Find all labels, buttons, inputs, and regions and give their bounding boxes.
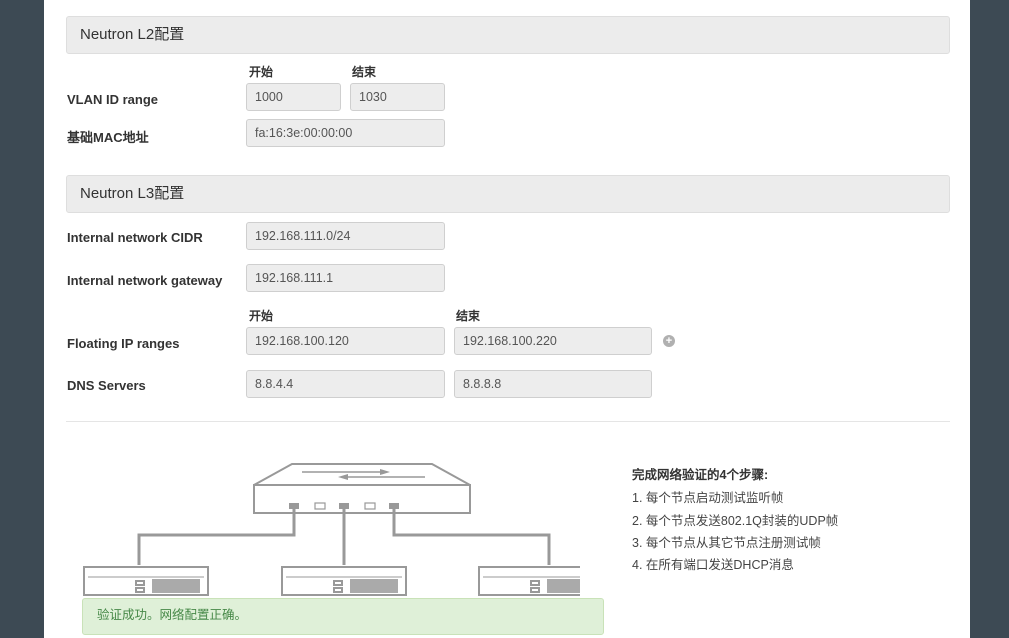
- network-diagram: [83, 463, 580, 596]
- vlan-end-column-label: 结束: [352, 65, 377, 79]
- network-switch-icon: [253, 463, 471, 514]
- floating-ip-start-input[interactable]: [246, 327, 445, 355]
- server-node-icon: [83, 566, 209, 596]
- dns-server-1-input[interactable]: [246, 370, 445, 398]
- vlan-start-input[interactable]: [246, 83, 341, 111]
- verification-step: 2. 每个节点发送802.1Q封装的UDP帧: [632, 514, 839, 528]
- plus-circle-icon: +: [665, 335, 673, 347]
- l2-section-header: Neutron L2配置: [66, 16, 950, 54]
- floating-ip-end-input[interactable]: [454, 327, 652, 355]
- vlan-range-label: VLAN ID range: [67, 92, 159, 107]
- verification-step: 1. 每个节点启动测试监听帧: [632, 491, 784, 505]
- floating-ip-label: Floating IP ranges: [67, 336, 180, 351]
- dns-server-2-input[interactable]: [454, 370, 652, 398]
- dns-servers-label: DNS Servers: [67, 378, 146, 393]
- verification-success-alert: 验证成功。网络配置正确。: [82, 598, 604, 635]
- verification-step: 3. 每个节点从其它节点注册测试帧: [632, 536, 821, 550]
- server-node-icon: [478, 566, 580, 596]
- verification-step: 4. 在所有端口发送DHCP消息: [632, 558, 794, 572]
- verification-steps-title: 完成网络验证的4个步骤:: [632, 468, 769, 482]
- server-node-icon: [281, 566, 407, 596]
- internal-cidr-label: Internal network CIDR: [67, 230, 203, 245]
- network-links: [137, 509, 551, 565]
- settings-panel: Neutron L2配置 开始 结束 VLAN ID range 基础MAC地址…: [44, 0, 970, 638]
- base-mac-label: 基础MAC地址: [67, 130, 149, 145]
- internal-gateway-input[interactable]: [246, 264, 445, 292]
- internal-cidr-input[interactable]: [246, 222, 445, 250]
- section-divider: [66, 421, 950, 422]
- base-mac-input[interactable]: [246, 119, 445, 147]
- vlan-start-column-label: 开始: [249, 65, 274, 79]
- add-range-button[interactable]: +: [663, 335, 675, 347]
- floating-end-column-label: 结束: [456, 309, 481, 323]
- internal-gateway-label: Internal network gateway: [67, 273, 223, 288]
- l3-section-header: Neutron L3配置: [66, 175, 950, 213]
- floating-start-column-label: 开始: [249, 309, 274, 323]
- vlan-end-input[interactable]: [350, 83, 445, 111]
